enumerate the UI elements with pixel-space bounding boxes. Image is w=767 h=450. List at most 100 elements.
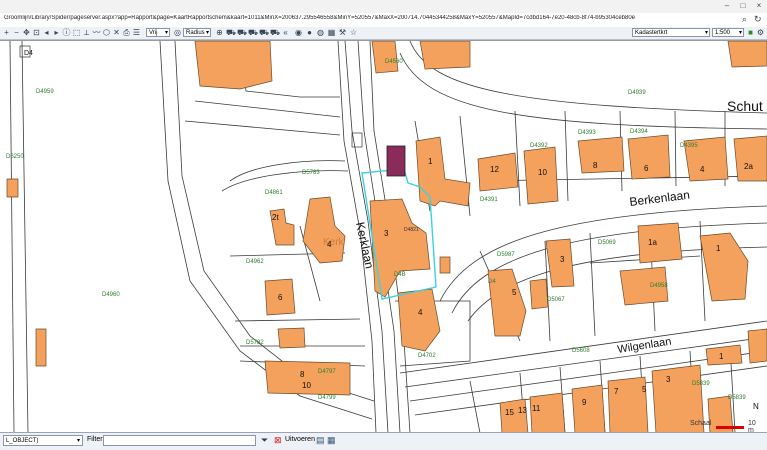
filter-input[interactable] [103, 435, 256, 446]
layers-icon[interactable]: ☰ [132, 28, 141, 37]
parcel-label: D4702 [418, 353, 436, 359]
wrench-icon[interactable]: ⚒ [338, 28, 347, 37]
filter-bar: L_OBJECT) ▾ Filter ⏷ ⊠ Uitvoeren ▤ ▦ [0, 432, 767, 450]
vehicle-icon-5[interactable]: ⛟ [270, 28, 280, 37]
print-icon[interactable]: ⎙ [122, 28, 131, 37]
grid-icon[interactable]: ▦ [327, 435, 336, 446]
house-number: 10 [538, 168, 547, 177]
execute-button[interactable]: Uitvoeren [285, 436, 315, 443]
search-icon[interactable]: ⌕ [742, 14, 747, 25]
polyline-icon[interactable]: 〰 [92, 28, 101, 37]
star-icon[interactable]: ☆ [349, 28, 358, 37]
object-select-value: L_OBJECT) [6, 438, 39, 444]
parcel-label: D5608 [572, 348, 590, 354]
globe-icon[interactable]: ◍ [316, 28, 325, 37]
vehicle-icon-3[interactable]: ⛟ [248, 28, 258, 37]
map-toolbar: + − ✥ ⊡ ◂ ▸ ⓘ ⬚ ⟂ 〰 ⬡ ✕ ⎙ ☰ Vrij ▾ ◎ Radi… [0, 27, 767, 40]
execute-icon[interactable]: ⊠ [274, 435, 282, 446]
chevron-down-icon: ▾ [738, 30, 742, 36]
scale-select[interactable]: 1:500 ▾ [712, 28, 744, 37]
mode-select[interactable]: Vrij ▾ [146, 28, 170, 37]
street-label-berkenlaan: Berkenlaan [629, 188, 691, 209]
house-number: 1 [719, 352, 724, 361]
house-number: 1 [428, 157, 433, 166]
house-number: 6 [278, 293, 283, 302]
house-number: 8 [593, 161, 598, 170]
house-number: 4 [327, 240, 332, 249]
confirm-icon[interactable]: ■ [746, 28, 755, 37]
polygon-icon[interactable]: ⬡ [102, 28, 111, 37]
parcel-label: D4962 [246, 259, 264, 265]
info-icon[interactable]: ⓘ [62, 28, 71, 37]
parcel-label: D4958 [650, 283, 668, 289]
select-icon[interactable]: ⬚ [72, 28, 81, 37]
parcel-label: D5987 [497, 252, 515, 258]
house-number: 1a [648, 238, 657, 247]
house-number: 12 [490, 165, 499, 174]
chevron-down-icon: ▾ [704, 30, 708, 36]
zoom-extent-icon[interactable]: ⊡ [32, 28, 41, 37]
minimize-icon[interactable]: – [720, 1, 734, 10]
url-text[interactable]: Groomlijn/Library/Spider/pageserver.aspx… [4, 15, 724, 21]
parcel-label: D5839 [728, 395, 746, 401]
house-number: 6 [644, 164, 649, 173]
house-number: 4 [700, 165, 705, 174]
house-number: 7 [614, 387, 619, 396]
refresh-icon[interactable]: ↻ [754, 14, 762, 25]
vehicle-icon[interactable]: ⛟ [226, 28, 236, 37]
radius-select[interactable]: Radius ▾ [183, 28, 211, 37]
settings-icon[interactable]: ⚙ [756, 28, 765, 37]
previous-view-icon[interactable]: ◂ [42, 28, 51, 37]
grid-icon[interactable]: ▦ [327, 28, 336, 37]
funnel-icon[interactable]: ⏷ [261, 435, 268, 446]
map-canvas[interactable]: Schut Berkenlaan Kerklaan Wilgenlaan Ker… [0, 40, 767, 433]
measure-icon[interactable]: ⟂ [82, 28, 91, 37]
location-marker[interactable] [386, 145, 406, 177]
house-number: 1 [716, 244, 721, 253]
radius-icon[interactable]: ◎ [173, 28, 182, 37]
marker-label: D4 [24, 50, 33, 57]
layer-select[interactable]: Kadastertkrt ▾ [632, 28, 710, 37]
browser-title-bar: – □ × [0, 0, 767, 14]
parcel-label: D4959 [36, 89, 54, 95]
next-view-icon[interactable]: ▸ [52, 28, 61, 37]
radius-select-value: Radius [186, 30, 205, 36]
object-select[interactable]: L_OBJECT) ▾ [3, 435, 83, 446]
scale-bar [716, 426, 744, 429]
pan-icon[interactable]: ✥ [22, 28, 31, 37]
house-number: 11 [532, 404, 541, 413]
house-number: 2t [272, 213, 279, 222]
vehicle-icon-4[interactable]: ⛟ [259, 28, 269, 37]
north-arrow-label: N [753, 402, 759, 411]
house-number: 9 [582, 398, 587, 407]
parcel-label: D5839 [692, 381, 710, 387]
close-icon[interactable]: × [752, 1, 766, 10]
export-icon[interactable]: ▤ [316, 435, 325, 446]
maximize-icon[interactable]: □ [736, 1, 750, 10]
record-icon[interactable]: ◉ [294, 28, 303, 37]
parcel-label: D4391 [480, 197, 498, 203]
back-icon[interactable]: « [281, 28, 290, 37]
clear-selection-icon[interactable]: ✕ [112, 28, 121, 37]
parcel-label: D4797 [318, 369, 336, 375]
parcel-label: D4560 [385, 59, 403, 65]
house-number: 4 [418, 308, 423, 317]
address-bar[interactable]: Groomlijn/Library/Spider/pageserver.aspx… [0, 13, 767, 28]
layer-select-value: Kadastertkrt [635, 30, 668, 36]
parcel-label: D4960 [102, 292, 120, 298]
chevron-down-icon: ▾ [76, 438, 80, 444]
vehicle-icon-2[interactable]: ⛟ [237, 28, 247, 37]
zoom-out-icon[interactable]: − [12, 28, 21, 37]
parcel-label: D4 [488, 279, 496, 285]
stop-icon[interactable]: ● [305, 28, 314, 37]
zoom-in-icon[interactable]: + [2, 28, 11, 37]
parcel-label: D4392 [530, 143, 548, 149]
cadastral-map[interactable]: Schut Berkenlaan Kerklaan Wilgenlaan Ker… [0, 41, 767, 433]
parcel-label: D4799 [318, 395, 336, 401]
house-number: 8 [300, 370, 305, 379]
parcel-label: D6250 [6, 154, 24, 160]
chevron-down-icon: ▾ [205, 30, 209, 36]
buffer-icon[interactable]: ⊕ [215, 28, 224, 37]
parcel-label: D4394 [630, 129, 648, 135]
parcel-label: D4393 [578, 130, 596, 136]
